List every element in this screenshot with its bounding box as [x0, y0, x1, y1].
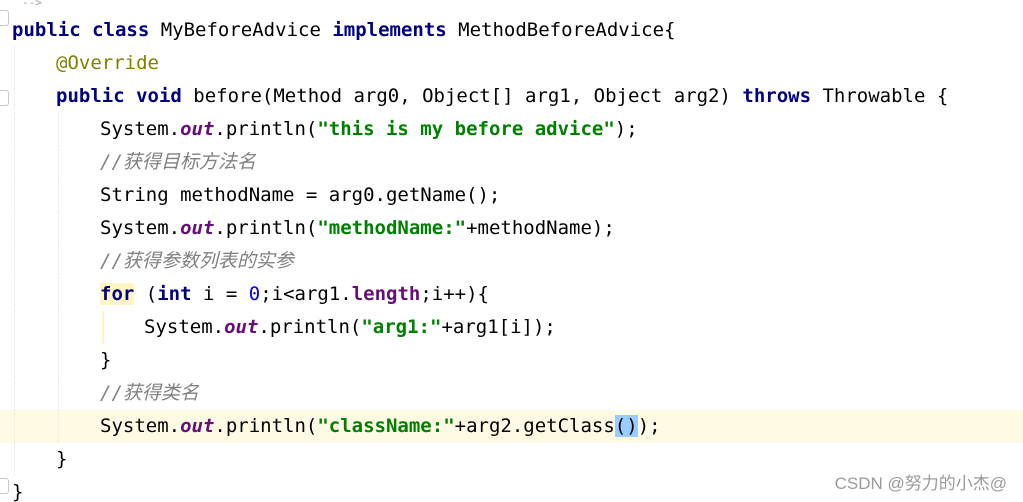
matched-parentheses: () — [614, 415, 638, 437]
print-statement: System.out.println("className:"+arg2.get… — [100, 415, 661, 437]
comment-arguments: //获得参数列表的实参 — [100, 250, 294, 272]
code-line-for-loop[interactable]: for (int i = 0;i<arg1.length;i++){ — [0, 278, 1023, 311]
csdn-watermark: CSDN @努力的小杰@ — [834, 474, 1007, 493]
print-statement: System.out.println("arg1:"+arg1[i]); — [144, 316, 556, 338]
code-line-comment[interactable]: //获得类名 — [0, 377, 1023, 410]
variable-declaration: String methodName = arg0.getName(); — [100, 184, 501, 206]
print-statement: System.out.println("methodName:"+methodN… — [100, 217, 615, 239]
comment-method-name: //获得目标方法名 — [100, 151, 256, 173]
override-annotation: @Override — [56, 52, 159, 74]
code-line-get-name[interactable]: String methodName = arg0.getName(); — [0, 179, 1023, 212]
class-declaration: public class MyBeforeAdvice implements M… — [12, 19, 676, 41]
code-line-print-class-name[interactable]: System.out.println("className:"+arg2.get… — [0, 410, 1023, 443]
code-line-print-arg[interactable]: System.out.println("arg1:"+arg1[i]); — [0, 311, 1023, 344]
code-line-print-advice[interactable]: System.out.println("this is my before ad… — [0, 113, 1023, 146]
for-loop-header: for (int i = 0;i<arg1.length;i++){ — [100, 283, 489, 305]
code-fragment-top: --> — [22, 0, 42, 9]
closing-brace: } — [12, 481, 24, 502]
code-line-comment[interactable]: //获得目标方法名 — [0, 146, 1023, 179]
code-line-close-for[interactable]: } — [0, 344, 1023, 377]
comment-class-name: //获得类名 — [100, 382, 199, 404]
code-editor[interactable]: --> public class MyBeforeAdvice implemen… — [0, 0, 1023, 502]
code-line-print-method-name[interactable]: System.out.println("methodName:"+methodN… — [0, 212, 1023, 245]
code-line-comment[interactable]: //获得参数列表的实参 — [0, 245, 1023, 278]
code-line-method-declaration[interactable]: public void before(Method arg0, Object[]… — [0, 80, 1023, 113]
closing-brace: } — [56, 448, 68, 470]
closing-brace: } — [100, 349, 112, 371]
code-line-class-declaration[interactable]: public class MyBeforeAdvice implements M… — [0, 14, 1023, 47]
code-line-annotation[interactable]: @Override — [0, 47, 1023, 80]
method-declaration: public void before(Method arg0, Object[]… — [56, 85, 949, 107]
print-statement: System.out.println("this is my before ad… — [100, 118, 638, 140]
